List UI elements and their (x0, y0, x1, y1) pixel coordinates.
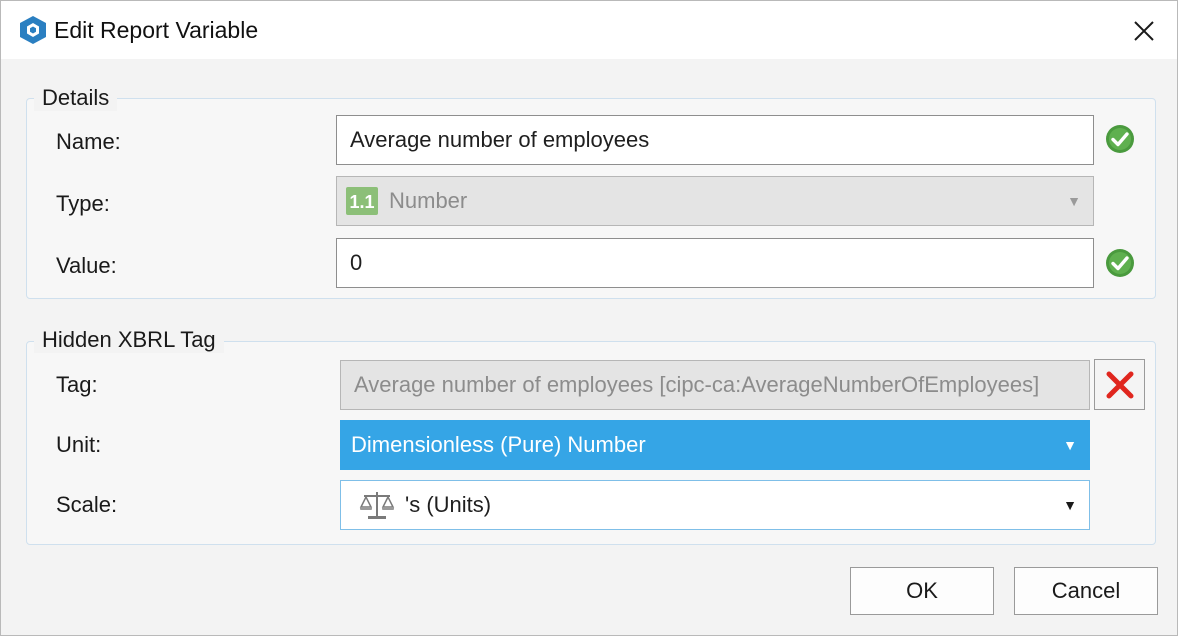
name-input-value: Average number of employees (350, 127, 650, 152)
xbrl-group-label: Hidden XBRL Tag (34, 327, 224, 353)
value-input-value: 0 (350, 250, 363, 275)
type-dropdown[interactable]: 1.1 Number ▼ (336, 176, 1094, 226)
dialog-body: Details Name: Average number of employee… (1, 59, 1177, 635)
chevron-down-icon: ▼ (1063, 497, 1077, 513)
remove-tag-button[interactable] (1094, 359, 1145, 410)
scale-label: Scale: (56, 492, 118, 517)
cancel-button[interactable]: Cancel (1014, 567, 1158, 615)
window-title: Edit Report Variable (54, 17, 259, 43)
details-group-label: Details (34, 85, 118, 111)
chevron-down-icon: ▼ (1063, 437, 1077, 453)
name-valid-check-icon (1106, 125, 1134, 153)
scale-balance-icon (359, 492, 395, 519)
number-type-icon: 1.1 (346, 187, 378, 215)
value-label: Value: (56, 253, 117, 278)
close-icon (1134, 21, 1154, 41)
type-label: Type: (56, 191, 110, 216)
svg-text:1.1: 1.1 (349, 192, 374, 212)
delete-x-icon (1106, 371, 1133, 398)
name-label: Name: (56, 129, 121, 154)
unit-dropdown-value: Dimensionless (Pure) Number (351, 432, 646, 457)
unit-label: Unit: (56, 432, 102, 457)
name-input[interactable]: Average number of employees (336, 115, 1094, 165)
tag-label: Tag: (56, 372, 98, 397)
dialog-window: Edit Report Variable Details Name: Avera… (0, 0, 1178, 636)
scale-dropdown-value: 's (Units) (405, 492, 492, 517)
app-logo-icon (20, 16, 46, 44)
scale-dropdown[interactable]: 's (Units) ▼ (340, 480, 1090, 530)
unit-dropdown[interactable]: Dimensionless (Pure) Number ▼ (340, 420, 1090, 470)
tag-input[interactable]: Average number of employees [cipc-ca:Ave… (340, 360, 1090, 410)
value-input[interactable]: 0 (336, 238, 1094, 288)
value-valid-check-icon (1106, 249, 1134, 277)
type-dropdown-value: Number (389, 188, 468, 213)
tag-input-value: Average number of employees [cipc-ca:Ave… (354, 372, 1040, 397)
title-bar: Edit Report Variable (1, 1, 1177, 59)
chevron-down-icon: ▼ (1067, 193, 1081, 209)
close-button[interactable] (1119, 9, 1169, 53)
ok-button[interactable]: OK (850, 567, 994, 615)
